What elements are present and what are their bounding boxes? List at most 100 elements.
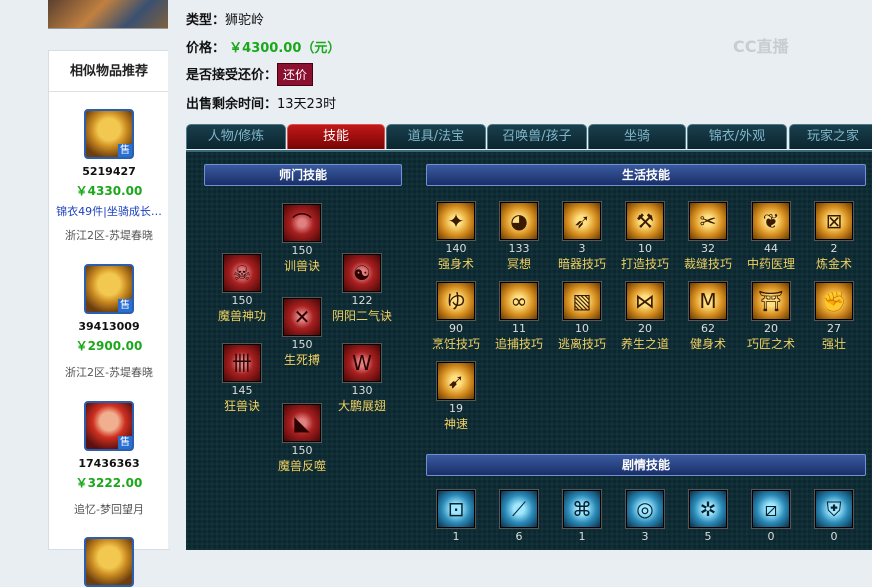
- tab-mounts[interactable]: 坐骑: [588, 124, 686, 149]
- life-skill[interactable]: ✊ 27 强壮: [804, 282, 864, 351]
- tab-pets[interactable]: 召唤兽/孩子: [487, 124, 587, 149]
- cooking-icon[interactable]: ゆ: [437, 282, 475, 320]
- meditate-icon[interactable]: ◕: [500, 202, 538, 240]
- similar-items-panel: 相似物品推荐 售 5219427 ￥4330.00 锦衣49件|坐骑成长… 浙江…: [48, 50, 170, 587]
- tab-outfits[interactable]: 锦衣/外观: [687, 124, 787, 149]
- rec-item-desc-link[interactable]: 锦衣49件|坐骑成长…: [49, 203, 169, 219]
- school-skill[interactable]: ☯ 122 阴阳二气诀: [332, 254, 392, 323]
- rec-item[interactable]: [49, 537, 169, 587]
- story-skill-icon-3[interactable]: ⌘: [563, 490, 601, 528]
- school-skills-header: 师门技能: [204, 164, 402, 186]
- lion-pet-icon[interactable]: 售: [84, 109, 134, 159]
- rec-item-price: ￥2900.00: [75, 339, 143, 353]
- story-skill-icon-6[interactable]: ⧄: [752, 490, 790, 528]
- life-skills-header: 生活技能: [426, 164, 866, 186]
- story-skill-icon-1[interactable]: ⊡: [437, 490, 475, 528]
- life-skill[interactable]: M 62 健身术: [678, 282, 738, 351]
- sale-badge: 售: [118, 144, 132, 157]
- counter-offer-label: 是否接受还价：: [186, 68, 278, 83]
- story-skill[interactable]: ⟋ 6: [489, 490, 549, 543]
- hammer-icon[interactable]: ⚒: [626, 202, 664, 240]
- beast-claw-icon[interactable]: 卌: [223, 344, 261, 382]
- price-value: ￥4300.00（元）: [229, 41, 341, 56]
- type-value: 狮驼岭: [225, 13, 265, 28]
- life-skill[interactable]: ⋈ 20 养生之道: [615, 282, 675, 351]
- price-row: 价格： ￥4300.00（元）: [186, 37, 340, 56]
- yin-yang-icon[interactable]: ☯: [343, 254, 381, 292]
- rec-item-server: 追忆-梦回望月: [74, 503, 144, 516]
- red-hair-character-icon[interactable]: 售: [84, 401, 134, 451]
- watermark: CC直播: [733, 37, 789, 56]
- dart-icon[interactable]: ➶: [563, 202, 601, 240]
- main-content: 类型：狮驼岭 价格： ￥4300.00（元） 是否接受还价： 还价 出售剩余时间：…: [168, 0, 872, 550]
- rec-item-price: ￥3222.00: [75, 476, 143, 490]
- school-skill[interactable]: ◣ 150 魔兽反噬: [272, 404, 332, 473]
- tab-skills[interactable]: 技能: [287, 124, 385, 149]
- rec-item[interactable]: 售 5219427 ￥4330.00 锦衣49件|坐骑成长… 浙江2区-苏堤春晓: [49, 109, 169, 243]
- lion-pet-icon[interactable]: 售: [84, 264, 134, 314]
- school-skill[interactable]: ✕ 150 生死搏: [272, 298, 332, 367]
- craftsman-icon[interactable]: ⛩: [752, 282, 790, 320]
- story-skill[interactable]: ⧄ 0: [741, 490, 801, 543]
- character-avatar-image: [48, 0, 168, 29]
- whip-icon[interactable]: ⌒: [283, 204, 321, 242]
- life-skill[interactable]: ⚒ 10 打造技巧: [615, 202, 675, 271]
- speed-icon[interactable]: ➹: [437, 362, 475, 400]
- time-left-value: 13天23时: [277, 97, 337, 112]
- fitness-icon[interactable]: M: [689, 282, 727, 320]
- story-skill-icon-2[interactable]: ⟋: [500, 490, 538, 528]
- school-skill[interactable]: W 130 大鹏展翅: [332, 344, 392, 413]
- rec-item-id: 17436363: [78, 457, 140, 470]
- story-skill[interactable]: ⛨ 0: [804, 490, 864, 543]
- rec-item[interactable]: 售 39413009 ￥2900.00 浙江2区-苏堤春晓: [49, 264, 169, 380]
- strength-icon[interactable]: ✦: [437, 202, 475, 240]
- story-skill-icon-4[interactable]: ◎: [626, 490, 664, 528]
- story-skill[interactable]: ⊡ 1: [426, 490, 486, 543]
- tab-character[interactable]: 人物/修炼: [186, 124, 286, 149]
- rec-item-id: 39413009: [78, 320, 140, 333]
- time-left-label: 出售剩余时间：: [186, 97, 278, 112]
- rec-item-server: 浙江2区-苏堤春晓: [65, 366, 153, 379]
- wings-icon[interactable]: W: [343, 344, 381, 382]
- story-skill[interactable]: ◎ 3: [615, 490, 675, 543]
- life-skill[interactable]: ⊠ 2 炼金术: [804, 202, 864, 271]
- herb-icon[interactable]: ❦: [752, 202, 790, 240]
- life-skill[interactable]: ✂ 32 裁缝技巧: [678, 202, 738, 271]
- life-skill[interactable]: ゆ 90 烹饪技巧: [426, 282, 486, 351]
- demon-mask-icon[interactable]: ☠: [223, 254, 261, 292]
- life-skill[interactable]: ∞ 11 追捕技巧: [489, 282, 549, 351]
- life-skill[interactable]: ⛩ 20 巧匠之术: [741, 282, 801, 351]
- life-skill[interactable]: ➹ 19 神速: [426, 362, 486, 431]
- muscle-icon[interactable]: ✊: [815, 282, 853, 320]
- story-skill[interactable]: ✲ 5: [678, 490, 738, 543]
- story-skill-icon-5[interactable]: ✲: [689, 490, 727, 528]
- price-label: 价格：: [186, 41, 226, 56]
- rec-item[interactable]: 售 17436363 ￥3222.00 追忆-梦回望月: [49, 401, 169, 517]
- sale-badge: 售: [118, 436, 132, 449]
- rec-item-server: 浙江2区-苏堤春晓: [65, 229, 153, 242]
- chain-icon[interactable]: ∞: [500, 282, 538, 320]
- school-skill[interactable]: ⌒ 150 训兽诀: [272, 204, 332, 273]
- counter-offer-button[interactable]: 还价: [277, 63, 314, 86]
- left-margin: [0, 0, 48, 548]
- health-icon[interactable]: ⋈: [626, 282, 664, 320]
- life-skill[interactable]: ◕ 133 冥想: [489, 202, 549, 271]
- school-skill[interactable]: 卌 145 狂兽诀: [212, 344, 272, 413]
- similar-items-title: 相似物品推荐: [49, 51, 169, 92]
- story-skill-icon-7[interactable]: ⛨: [815, 490, 853, 528]
- tab-player-home[interactable]: 玩家之家: [789, 124, 872, 149]
- beast-bite-icon[interactable]: ◣: [283, 404, 321, 442]
- scissors-icon[interactable]: ✂: [689, 202, 727, 240]
- rec-item-id: 5219427: [82, 165, 136, 178]
- story-skill[interactable]: ⌘ 1: [552, 490, 612, 543]
- life-skill[interactable]: ✦ 140 强身术: [426, 202, 486, 271]
- crossed-blades-icon[interactable]: ✕: [283, 298, 321, 336]
- alchemy-icon[interactable]: ⊠: [815, 202, 853, 240]
- life-skill[interactable]: ❦ 44 中药医理: [741, 202, 801, 271]
- school-skill[interactable]: ☠ 150 魔兽神功: [212, 254, 272, 323]
- life-skill[interactable]: ▧ 10 逃离技巧: [552, 282, 612, 351]
- escape-icon[interactable]: ▧: [563, 282, 601, 320]
- lion-pet-icon[interactable]: [84, 537, 134, 587]
- tab-items[interactable]: 道具/法宝: [386, 124, 486, 149]
- life-skill[interactable]: ➶ 3 暗器技巧: [552, 202, 612, 271]
